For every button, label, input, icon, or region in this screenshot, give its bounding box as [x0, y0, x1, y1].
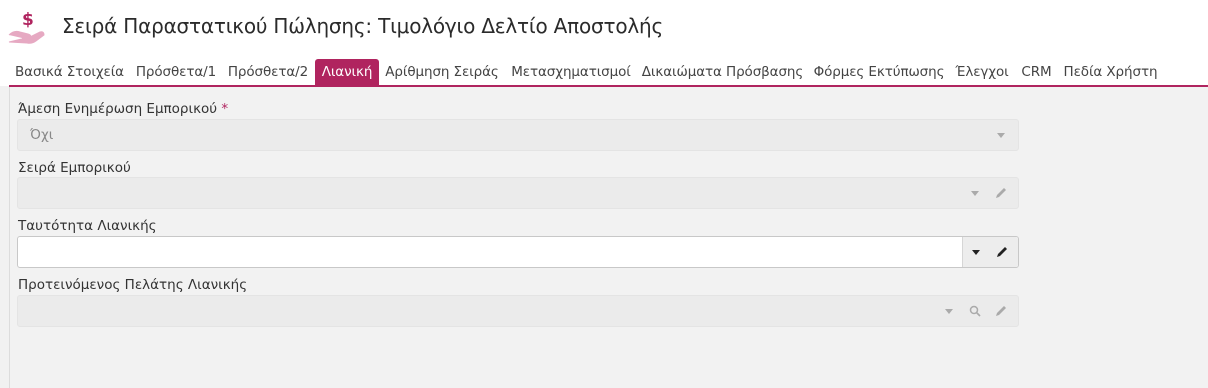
page-header: $ Σειρά Παραστατικού Πώλησης: Τιμολόγιο … — [0, 0, 1208, 58]
required-mark: * — [221, 101, 229, 117]
tab-bar: Βασικά Στοιχεία Πρόσθετα/1 Πρόσθετα/2 Λι… — [0, 58, 1208, 86]
tab-series-numbering[interactable]: Αρίθμηση Σειράς — [379, 59, 505, 85]
search-icon[interactable] — [962, 296, 988, 326]
tab-transformations[interactable]: Μετασχηματισμοί — [505, 59, 637, 85]
tab-retail[interactable]: Λιανική — [315, 59, 379, 85]
page-title: Σειρά Παραστατικού Πώλησης: Τιμολόγιο Δε… — [62, 14, 664, 38]
pencil-icon[interactable] — [988, 178, 1014, 208]
tab-print-forms[interactable]: Φόρμες Εκτύπωσης — [808, 59, 950, 85]
chevron-down-icon[interactable] — [988, 120, 1014, 150]
pencil-icon[interactable] — [989, 237, 1015, 267]
tab-access-rights[interactable]: Δικαιώματα Πρόσβασης — [637, 59, 808, 85]
chevron-down-icon[interactable] — [962, 178, 988, 208]
tab-crm[interactable]: CRM — [1014, 59, 1059, 85]
commercial-series-label: Σειρά Εμπορικού — [18, 160, 131, 176]
tab-additional-1[interactable]: Πρόσθετα/1 — [130, 59, 222, 85]
retail-identity-label: Ταυτότητα Λιανικής — [18, 218, 157, 234]
hand-dollar-icon: $ — [8, 8, 50, 46]
tab-checks[interactable]: Έλεγχοι — [950, 59, 1014, 85]
retail-identity-select[interactable] — [17, 236, 1019, 268]
tab-user-fields[interactable]: Πεδία Χρήστη — [1059, 59, 1162, 85]
chevron-down-icon[interactable] — [936, 296, 962, 326]
tab-additional-2[interactable]: Πρόσθετα/2 — [222, 59, 314, 85]
tab-basic-info[interactable]: Βασικά Στοιχεία — [9, 59, 130, 85]
suggested-customer-select[interactable] — [17, 295, 1019, 327]
commercial-series-select[interactable] — [17, 177, 1019, 209]
immediate-update-label: Άμεση Ενημέρωση Εμπορικού * — [18, 101, 229, 117]
chevron-down-icon[interactable] — [963, 237, 989, 267]
immediate-update-select[interactable]: Όχι — [17, 119, 1019, 151]
pencil-icon[interactable] — [988, 296, 1014, 326]
immediate-update-value: Όχι — [30, 127, 54, 143]
suggested-customer-label: Προτεινόμενος Πελάτης Λιανικής — [18, 277, 248, 293]
svg-text:$: $ — [22, 10, 34, 30]
